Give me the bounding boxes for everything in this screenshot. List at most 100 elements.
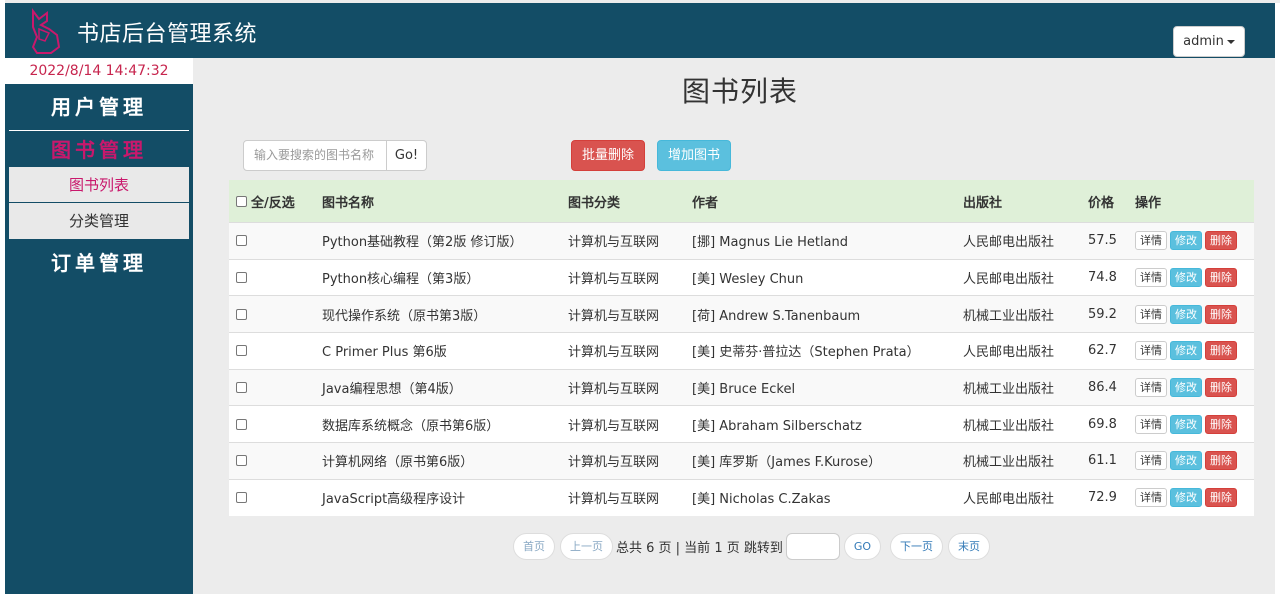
select-all-label: 全/反选 <box>251 195 295 211</box>
delete-button[interactable]: 删除 <box>1205 378 1237 398</box>
sidebar-item-book-list[interactable]: 图书列表 <box>9 167 189 203</box>
window-right-edge <box>1275 3 1280 594</box>
cell-name: 计算机网络（原书第6版） <box>322 455 474 471</box>
detail-button[interactable]: 详情 <box>1135 341 1167 361</box>
nav-book-management[interactable]: 图书管理 <box>5 131 193 167</box>
edit-button[interactable]: 修改 <box>1170 231 1202 251</box>
delete-button[interactable]: 删除 <box>1205 414 1237 434</box>
table-header-row: 全/反选 图书名称 图书分类 作者 出版社 价格 操作 <box>229 180 1254 222</box>
delete-button[interactable]: 删除 <box>1205 231 1237 251</box>
cell-price: 59.2 <box>1088 306 1117 322</box>
prev-page-button[interactable]: 上一页 <box>560 533 613 560</box>
select-all-cell: 全/反选 <box>229 192 322 211</box>
row-checkbox[interactable] <box>236 492 247 504</box>
nav-order-management[interactable]: 订单管理 <box>5 239 193 287</box>
header-ops: 操作 <box>1135 195 1162 211</box>
select-all-checkbox[interactable] <box>236 195 247 207</box>
detail-button[interactable]: 详情 <box>1135 488 1167 508</box>
detail-button[interactable]: 详情 <box>1135 378 1167 398</box>
jump-page-input[interactable] <box>785 533 840 560</box>
table-row: 计算机网络（原书第6版） 计算机与互联网 [美] 库罗斯（James F.Kur… <box>229 442 1254 479</box>
cell-author: [美] Bruce Eckel <box>692 382 796 398</box>
delete-button[interactable]: 删除 <box>1205 268 1237 288</box>
first-page-button[interactable]: 首页 <box>513 533 555 560</box>
cell-publisher: 机械工业出版社 <box>963 382 1055 398</box>
datetime-clock: 2022/8/14 14:47:32 <box>5 58 193 84</box>
cell-category: 计算机与互联网 <box>568 308 660 324</box>
page-title: 图书列表 <box>681 75 798 108</box>
detail-button[interactable]: 详情 <box>1135 414 1167 434</box>
bookstore-logo-icon <box>31 8 61 54</box>
cell-name: C Primer Plus 第6版 <box>322 345 447 361</box>
row-checkbox[interactable] <box>236 418 247 430</box>
cell-category: 计算机与互联网 <box>568 418 660 434</box>
user-menu-label: admin <box>1183 34 1224 49</box>
cell-publisher: 机械工业出版社 <box>963 418 1055 434</box>
edit-button[interactable]: 修改 <box>1170 341 1202 361</box>
cell-publisher: 人民邮电出版社 <box>963 345 1055 361</box>
header-name: 图书名称 <box>322 195 375 211</box>
cell-publisher: 机械工业出版社 <box>963 308 1055 324</box>
delete-button[interactable]: 删除 <box>1205 304 1237 324</box>
edit-button[interactable]: 修改 <box>1170 304 1202 324</box>
nav-user-management[interactable]: 用户管理 <box>5 84 193 130</box>
row-checkbox[interactable] <box>236 308 247 320</box>
cell-publisher: 人民邮电出版社 <box>963 492 1055 508</box>
cell-author: [荷] Andrew S.Tanenbaum <box>692 308 861 324</box>
row-checkbox[interactable] <box>236 272 247 284</box>
cell-publisher: 人民邮电出版社 <box>963 235 1055 251</box>
cell-price: 69.8 <box>1088 416 1117 432</box>
edit-button[interactable]: 修改 <box>1170 488 1202 508</box>
detail-button[interactable]: 详情 <box>1135 304 1167 324</box>
cell-name: JavaScript高级程序设计 <box>322 492 466 508</box>
cell-price: 72.9 <box>1088 490 1117 506</box>
edit-button[interactable]: 修改 <box>1170 414 1202 434</box>
delete-button[interactable]: 删除 <box>1205 488 1237 508</box>
header-price: 价格 <box>1088 195 1115 211</box>
delete-button[interactable]: 删除 <box>1205 451 1237 471</box>
sidebar-item-category-management[interactable]: 分类管理 <box>9 203 189 239</box>
page-info-text: 总共 6 页 | 当前 1 页 跳转到 <box>616 541 783 556</box>
user-menu-dropdown[interactable]: admin <box>1173 26 1245 57</box>
batch-delete-button[interactable]: 批量删除 <box>571 140 645 171</box>
cell-author: [美] Abraham Silberschatz <box>692 418 862 434</box>
cell-author: [挪] Magnus Lie Hetland <box>692 235 849 251</box>
cell-category: 计算机与互联网 <box>568 345 660 361</box>
table-row: JavaScript高级程序设计 计算机与互联网 [美] Nicholas C.… <box>229 478 1254 516</box>
edit-button[interactable]: 修改 <box>1170 268 1202 288</box>
search-input[interactable]: 输入要搜索的图书名称 <box>243 140 387 171</box>
cell-publisher: 人民邮电出版社 <box>963 272 1055 288</box>
next-page-button[interactable]: 下一页 <box>890 533 944 560</box>
cell-category: 计算机与互联网 <box>568 492 660 508</box>
detail-button[interactable]: 详情 <box>1135 268 1167 288</box>
cell-category: 计算机与互联网 <box>568 455 660 471</box>
table-row: Java编程思想（第4版） 计算机与互联网 [美] Bruce Eckel 机械… <box>229 368 1254 406</box>
cell-price: 86.4 <box>1088 380 1117 396</box>
cell-price: 62.7 <box>1088 343 1117 359</box>
row-checkbox[interactable] <box>236 345 247 357</box>
jump-go-button[interactable]: GO <box>843 533 882 560</box>
cell-author: [美] Wesley Chun <box>692 272 804 288</box>
last-page-button[interactable]: 末页 <box>948 533 991 560</box>
header-author: 作者 <box>692 195 719 211</box>
detail-button[interactable]: 详情 <box>1135 231 1167 251</box>
app-title: 书店后台管理系统 <box>77 22 258 47</box>
top-header: 书店后台管理系统 admin <box>5 3 1275 58</box>
table-row: C Primer Plus 第6版 计算机与互联网 [美] 史蒂芬·普拉达（St… <box>229 332 1254 369</box>
cell-name: Java编程思想（第4版） <box>322 382 462 398</box>
pagination: 首页 上一页 总共 6 页 | 当前 1 页 跳转到 GO 下一页 末页 <box>513 533 991 560</box>
edit-button[interactable]: 修改 <box>1170 378 1202 398</box>
add-book-button[interactable]: 增加图书 <box>657 140 731 171</box>
edit-button[interactable]: 修改 <box>1170 451 1202 471</box>
delete-button[interactable]: 删除 <box>1205 341 1237 361</box>
detail-button[interactable]: 详情 <box>1135 451 1167 471</box>
cell-name: 数据库系统概念（原书第6版） <box>322 418 500 434</box>
row-checkbox[interactable] <box>236 235 247 247</box>
table-row: Python核心编程（第3版） 计算机与互联网 [美] Wesley Chun … <box>229 258 1254 296</box>
search-go-button[interactable]: Go! <box>387 140 427 171</box>
row-checkbox[interactable] <box>236 382 247 394</box>
row-checkbox[interactable] <box>236 455 247 467</box>
cell-name: Python基础教程（第2版 修订版） <box>322 235 523 251</box>
table-row: 现代操作系统（原书第3版） 计算机与互联网 [荷] Andrew S.Tanen… <box>229 295 1254 333</box>
cell-price: 61.1 <box>1088 453 1117 469</box>
